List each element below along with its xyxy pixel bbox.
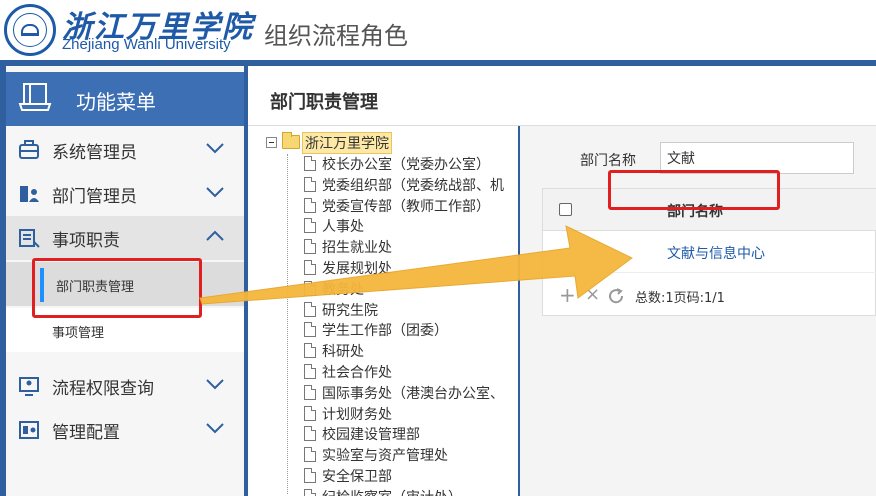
document-icon — [304, 488, 316, 496]
monitor-user-icon — [19, 377, 39, 396]
document-icon — [304, 176, 316, 192]
user-card-icon — [20, 186, 39, 202]
tree-node-label[interactable]: 招生就业处 — [322, 237, 392, 257]
tree-root-label[interactable]: 浙江万里学院 — [302, 132, 392, 154]
tree-node-label[interactable]: 教务处 — [322, 279, 364, 299]
document-icon — [304, 426, 316, 442]
list-icon — [19, 229, 40, 248]
main-content: 部门职责管理 浙江万里学院 校长办公室（党委办公室） 党委组织部（党委统战部、机党… — [248, 66, 876, 496]
tree-node-label[interactable]: 科研处 — [322, 341, 364, 361]
tree-node-label[interactable]: 纪检监察室（审计处） — [322, 487, 462, 496]
document-icon — [304, 218, 316, 234]
tree-node-label[interactable]: 国际事务处（港澳台办公室、 — [322, 383, 504, 403]
menu-item-label: 流程权限查询 — [52, 379, 154, 399]
chevron-up-icon — [206, 230, 224, 241]
tree-node-label[interactable]: 研究生院 — [322, 300, 378, 320]
menu-item-system-admin[interactable]: 系统管理员 — [6, 128, 244, 172]
tree-node-label[interactable]: 学生工作部（团委） — [322, 320, 448, 340]
document-icon — [304, 364, 316, 379]
tree-node-label[interactable]: 实验室与资产管理处 — [322, 445, 448, 465]
menu-item-process-query[interactable]: 流程权限查询 — [6, 364, 244, 408]
page-title: 部门职责管理 — [270, 92, 378, 113]
tree-node-label[interactable]: 党委组织部（党委统战部、机 — [322, 175, 504, 195]
tree-node-label[interactable]: 人事处 — [322, 216, 364, 236]
tree-node-label[interactable]: 党委宣传部（教师工作部） — [322, 196, 490, 216]
chevron-down-icon — [206, 187, 224, 198]
document-icon — [304, 239, 316, 255]
document-icon — [304, 405, 316, 421]
menu-item-label: 系统管理员 — [52, 143, 137, 163]
tree-node-label[interactable]: 校园建设管理部 — [322, 424, 420, 444]
document-icon — [304, 301, 316, 317]
document-icon — [304, 260, 316, 275]
tree-node-label[interactable]: 社会合作处 — [322, 362, 392, 382]
document-icon — [304, 343, 316, 359]
menu-book-icon — [18, 83, 52, 111]
add-icon[interactable]: + — [559, 283, 576, 307]
menu-item-dept-admin[interactable]: 部门管理员 — [6, 172, 244, 216]
menu-item-label: 部门管理员 — [52, 187, 137, 207]
sidebar: 功能菜单 系统管理员 部门管理员 事项职责 部门职责管理 事项管理 流程权限查询… — [0, 66, 248, 496]
dept-name-link[interactable]: 文献与信息中心 — [667, 243, 765, 263]
table-row[interactable]: 文献与信息中心 — [543, 231, 876, 273]
menu-item-label: 事项职责 — [52, 231, 120, 251]
tree-node-label[interactable]: 安全保卫部 — [322, 466, 392, 486]
sidebar-header: 功能菜单 — [6, 72, 244, 126]
tree-node-label[interactable]: 计划财务处 — [322, 404, 392, 424]
main-title-bar: 部门职责管理 — [248, 72, 876, 126]
collapse-icon[interactable] — [266, 137, 277, 148]
system-title: 组织流程角色 — [264, 22, 408, 50]
grid-footer: + × 总数:1页码:1/1 — [543, 275, 876, 315]
submenu-item-label: 事项管理 — [52, 326, 105, 341]
menu-item-manage-config[interactable]: 管理配置 — [6, 408, 244, 452]
settings-panel-icon — [19, 421, 39, 439]
folder-open-icon — [282, 132, 300, 149]
delete-icon[interactable]: × — [585, 284, 600, 305]
menu-item-duties[interactable]: 事项职责 — [6, 216, 244, 260]
document-icon — [304, 197, 316, 213]
department-tree: 浙江万里学院 校长办公室（党委办公室） 党委组织部（党委统战部、机 党委宣传部（教师… — [248, 126, 520, 496]
pagination-info: 总数:1页码:1/1 — [635, 291, 725, 306]
highlight-box-row — [608, 170, 780, 210]
chevron-down-icon — [206, 379, 224, 390]
toolbox-icon — [19, 140, 39, 159]
chevron-down-icon — [206, 143, 224, 154]
select-all-checkbox[interactable] — [559, 203, 572, 216]
header: 浙江万里学院 Zhejiang Wanli University 组织流程角色 — [0, 0, 876, 60]
tree-node-label[interactable]: 校长办公室（党委办公室） — [322, 154, 490, 174]
document-icon — [304, 280, 316, 296]
highlight-box-menu — [32, 258, 202, 318]
department-panel: 部门名称 部门名称 文献与信息中心 + × 总数:1页码:1/1 — [520, 126, 876, 496]
document-icon — [304, 468, 316, 483]
school-name-en: Zhejiang Wanli University — [62, 36, 231, 53]
filter-label: 部门名称 — [580, 153, 636, 169]
document-icon — [304, 447, 316, 463]
refresh-icon[interactable] — [607, 287, 625, 305]
tree-node-label[interactable]: 发展规划处 — [322, 258, 392, 278]
document-icon — [304, 156, 316, 171]
sidebar-title: 功能菜单 — [76, 90, 156, 114]
tree-connector — [287, 154, 288, 494]
chevron-down-icon — [206, 423, 224, 434]
document-icon — [304, 384, 316, 400]
menu-item-label: 管理配置 — [52, 423, 120, 443]
university-logo — [4, 4, 56, 56]
document-icon — [304, 322, 316, 338]
page: 浙江万里学院 Zhejiang Wanli University 组织流程角色 … — [0, 0, 876, 496]
